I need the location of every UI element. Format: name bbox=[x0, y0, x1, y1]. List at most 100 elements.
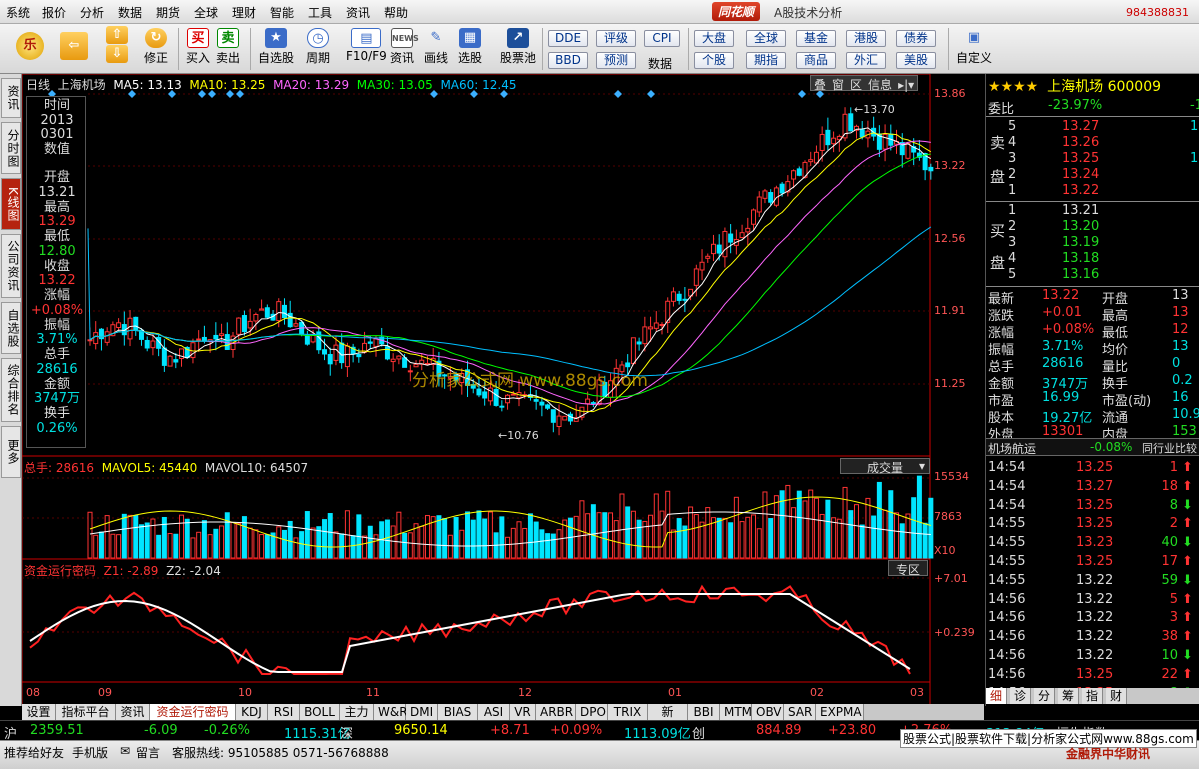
mobile-link[interactable]: 手机版 bbox=[72, 744, 108, 761]
market-button[interactable]: 大盘 bbox=[694, 30, 734, 47]
watchlist-button[interactable]: ★ 自选股 bbox=[258, 28, 294, 66]
indicator-tab-1[interactable]: 指标平台 bbox=[56, 704, 116, 720]
f10-button[interactable]: ▤ F10/F9 bbox=[346, 28, 387, 63]
indicator-tab-6[interactable]: BOLL bbox=[300, 704, 340, 720]
cpi-button[interactable]: CPI bbox=[644, 30, 680, 47]
sell-price[interactable]: 13.24 bbox=[1062, 167, 1099, 184]
indicator-tab-9[interactable]: DMI bbox=[406, 704, 438, 720]
data-label[interactable]: 数据 bbox=[648, 55, 672, 72]
quote-tab-0[interactable]: 细 bbox=[986, 688, 1008, 704]
recommend-link[interactable]: 推荐给好友 bbox=[4, 744, 64, 761]
menu-news[interactable]: 资讯 bbox=[346, 4, 370, 21]
quote-tab-1[interactable]: 诊 bbox=[1010, 688, 1032, 704]
menu-system[interactable]: 系统 bbox=[6, 4, 30, 21]
buy-price[interactable]: 13.19 bbox=[1062, 235, 1099, 252]
forecast-button[interactable]: 预测 bbox=[596, 52, 636, 69]
buy-button[interactable]: 买买入 bbox=[186, 28, 210, 66]
indicator-tab-3[interactable]: 资金运行密码 bbox=[150, 704, 236, 720]
indicator-tab-12[interactable]: VR bbox=[510, 704, 536, 720]
sell-price[interactable]: 13.27 bbox=[1062, 119, 1099, 136]
draw-line-button[interactable]: ✎ 画线 bbox=[424, 28, 448, 66]
quote-tab-5[interactable]: 财 bbox=[1106, 688, 1128, 704]
range-button[interactable]: 区 bbox=[847, 78, 865, 92]
indicator-tab-8[interactable]: W&R bbox=[374, 704, 408, 720]
hk-stock-button[interactable]: 港股 bbox=[846, 30, 886, 47]
ad-banner[interactable]: 股票公式|股票软件下载|分析家公式网www.88gs.com bbox=[900, 729, 1197, 748]
indicator-tab-19[interactable]: OBV bbox=[752, 704, 784, 720]
stock-button[interactable]: 个股 bbox=[694, 52, 734, 69]
buy-price[interactable]: 13.16 bbox=[1062, 267, 1099, 284]
info-button[interactable]: 信息 bbox=[865, 78, 895, 92]
indicator-tab-13[interactable]: ARBR bbox=[536, 704, 576, 720]
tab-news[interactable]: 资讯 bbox=[1, 78, 21, 118]
menu-tools[interactable]: 工具 bbox=[308, 4, 332, 21]
buy-price[interactable]: 13.21 bbox=[1062, 203, 1099, 220]
home-button[interactable]: 乐 bbox=[16, 32, 44, 61]
us-stock-button[interactable]: 美股 bbox=[896, 52, 936, 69]
menu-global[interactable]: 全球 bbox=[194, 4, 218, 21]
tab-kline[interactable]: K线图 bbox=[1, 178, 21, 230]
industry-compare-tab[interactable]: 同行业比较 bbox=[1142, 440, 1197, 456]
indicator-tab-10[interactable]: BIAS bbox=[438, 704, 478, 720]
indicator-tab-0[interactable]: 设置 bbox=[22, 704, 56, 720]
global-button[interactable]: 全球 bbox=[746, 30, 786, 47]
volume-indicator-select[interactable]: 成交量 ▾ bbox=[840, 458, 930, 475]
indicator-tab-7[interactable]: 主力 bbox=[340, 704, 374, 720]
zone-button[interactable]: 专区 bbox=[888, 560, 928, 577]
overlay-button[interactable]: 叠 bbox=[811, 78, 829, 92]
sell-price[interactable]: 13.25 bbox=[1062, 151, 1099, 168]
sell-button[interactable]: 卖卖出 bbox=[216, 28, 240, 66]
menu-finance[interactable]: 理财 bbox=[232, 4, 256, 21]
quote-tab-4[interactable]: 指 bbox=[1082, 688, 1104, 704]
rating-button[interactable]: 评级 bbox=[596, 30, 636, 47]
sell-price[interactable]: 13.22 bbox=[1062, 183, 1099, 200]
indicator-tab-2[interactable]: 资讯 bbox=[116, 704, 150, 720]
news-button[interactable]: NEWS 资讯 bbox=[390, 28, 419, 66]
menu-data[interactable]: 数据 bbox=[118, 4, 142, 21]
menu-analysis[interactable]: 分析 bbox=[80, 4, 104, 21]
period-button[interactable]: ◷ 周期 bbox=[306, 28, 330, 66]
tab-company-news[interactable]: 公司资讯 bbox=[1, 234, 21, 298]
dde-button[interactable]: DDE bbox=[548, 30, 588, 47]
menu-smart[interactable]: 智能 bbox=[270, 4, 294, 21]
buy-price[interactable]: 13.18 bbox=[1062, 251, 1099, 268]
fund-button[interactable]: 基金 bbox=[796, 30, 836, 47]
indicator-tab-14[interactable]: DPO bbox=[576, 704, 608, 720]
window-button[interactable]: 窗 bbox=[829, 78, 847, 92]
indicator-tab-17[interactable]: BBI bbox=[688, 704, 720, 720]
bbd-button[interactable]: BBD bbox=[548, 52, 588, 69]
menu-arrow-icon[interactable]: ▸|▾ bbox=[895, 78, 917, 92]
indicator-tab-11[interactable]: ASI bbox=[478, 704, 510, 720]
indicator-tab-20[interactable]: SAR bbox=[784, 704, 816, 720]
tab-watchlist[interactable]: 自选股 bbox=[1, 302, 21, 354]
message-link[interactable]: 留言 bbox=[136, 744, 160, 761]
quote-tab-2[interactable]: 分 bbox=[1034, 688, 1056, 704]
menu-futures[interactable]: 期货 bbox=[156, 4, 180, 21]
customize-button[interactable]: ▣ 自定义 bbox=[956, 28, 992, 66]
index-futures-button[interactable]: 期指 bbox=[746, 52, 786, 69]
message-icon[interactable]: ✉ bbox=[120, 744, 130, 758]
kline-chart-area[interactable]: 日线 上海机场 MA5: 13.13 MA10: 13.25 MA20: 13.… bbox=[22, 74, 984, 706]
page-updown-button[interactable]: ⇧ ⇩ bbox=[106, 26, 128, 64]
tab-ranking[interactable]: 综合排名 bbox=[1, 358, 21, 422]
indicator-tab-21[interactable]: EXPMA bbox=[816, 704, 864, 720]
sell-price[interactable]: 13.26 bbox=[1062, 135, 1099, 152]
forex-button[interactable]: 外汇 bbox=[846, 52, 886, 69]
stock-pick-button[interactable]: ▦ 选股 bbox=[458, 28, 482, 66]
quote-tab-3[interactable]: 筹 bbox=[1058, 688, 1080, 704]
tab-more[interactable]: 更多 bbox=[1, 426, 21, 478]
menu-help[interactable]: 帮助 bbox=[384, 4, 408, 21]
indicator-tab-5[interactable]: RSI bbox=[268, 704, 300, 720]
tab-intraday[interactable]: 分时图 bbox=[1, 122, 21, 174]
stock-pool-button[interactable]: ↗ 股票池 bbox=[500, 28, 536, 66]
refresh-button[interactable]: ↻ 修正 bbox=[144, 28, 168, 66]
menu-quote[interactable]: 报价 bbox=[42, 4, 66, 21]
back-button[interactable]: ⇦ bbox=[60, 32, 88, 61]
buy-price[interactable]: 13.20 bbox=[1062, 219, 1099, 236]
commodity-button[interactable]: 商品 bbox=[796, 52, 836, 69]
indicator-tab-16[interactable]: 新DMA bbox=[648, 704, 688, 735]
indicator-tab-15[interactable]: TRIX bbox=[608, 704, 648, 720]
ad-link[interactable]: 金融界中华财讯 bbox=[1066, 745, 1150, 762]
indicator-tab-18[interactable]: MTM bbox=[720, 704, 752, 720]
bond-button[interactable]: 债券 bbox=[896, 30, 936, 47]
